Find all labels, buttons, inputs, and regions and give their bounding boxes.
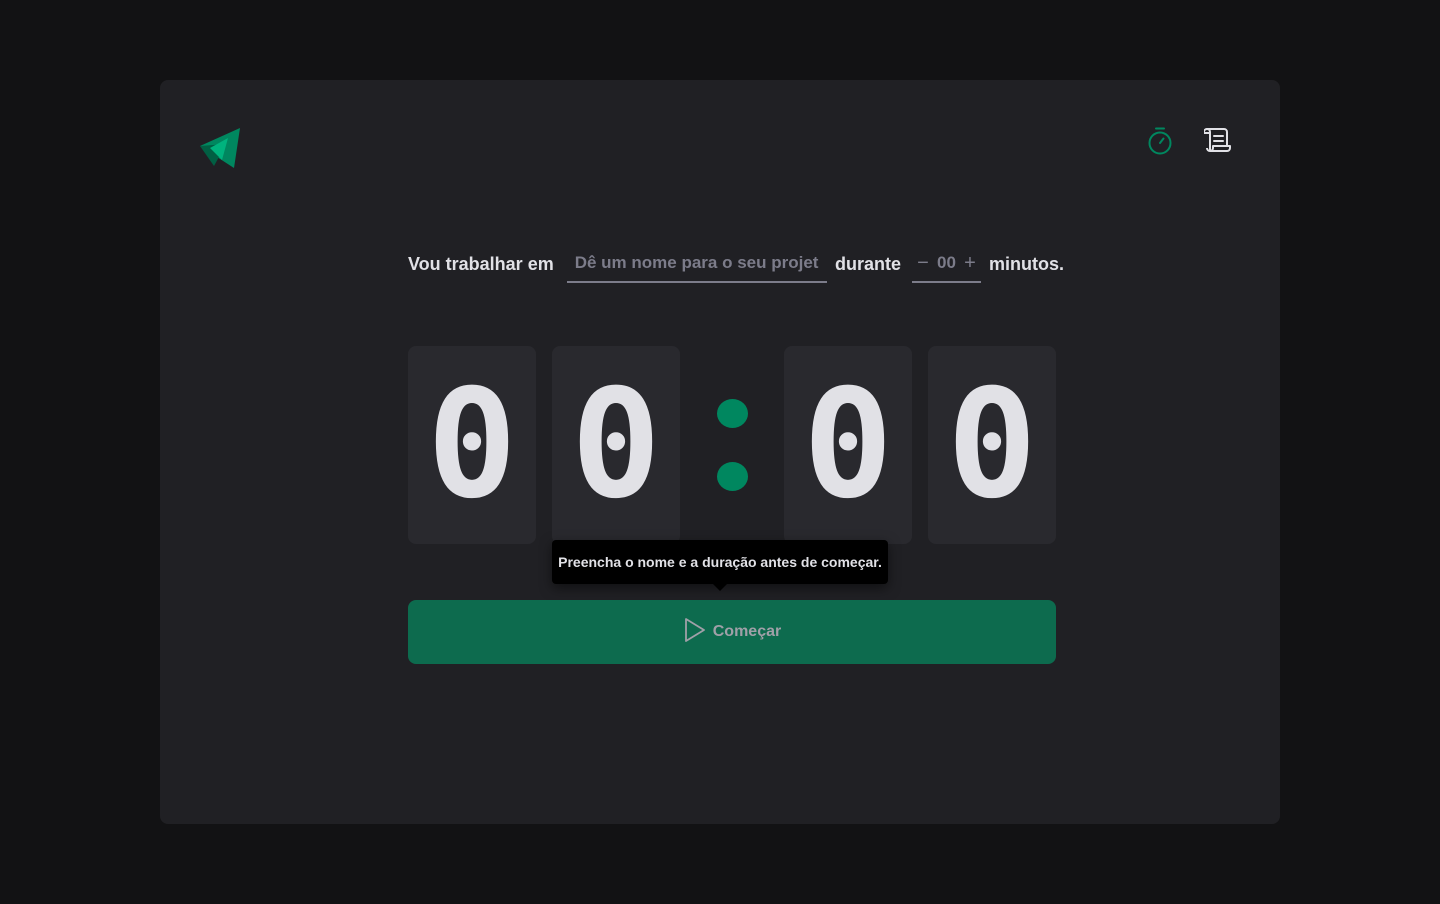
separator-dot: [716, 399, 748, 428]
logo-icon: [198, 126, 242, 170]
minutes-stepper: − +: [912, 245, 981, 283]
timer-icon: [1147, 127, 1173, 158]
start-button[interactable]: Começar: [408, 600, 1056, 664]
header-nav: [1146, 127, 1232, 158]
countdown-display: 0 0 0 0: [408, 346, 1056, 544]
task-form: Vou trabalhar em durante − + minutos.: [408, 244, 1064, 284]
countdown-digit-seconds-tens: 0: [784, 346, 912, 544]
countdown-digit-seconds-ones: 0: [928, 346, 1056, 544]
minutes-label: minutos.: [989, 253, 1064, 274]
task-name-input[interactable]: [566, 245, 827, 283]
countdown-separator: [680, 346, 784, 544]
nav-history-button[interactable]: [1203, 127, 1232, 157]
start-tooltip: Preencha o nome e a duração antes de com…: [552, 540, 888, 591]
history-scroll-icon: [1203, 127, 1232, 157]
minus-button[interactable]: −: [915, 253, 931, 273]
nav-timer-button[interactable]: [1146, 127, 1174, 158]
duration-label: durante: [835, 253, 902, 274]
task-label: Vou trabalhar em: [408, 253, 554, 274]
play-icon: [683, 617, 707, 648]
countdown-digit-minutes-ones: 0: [552, 346, 680, 544]
plus-button[interactable]: +: [962, 253, 978, 273]
separator-dot: [716, 462, 748, 491]
start-button-label: Começar: [712, 623, 782, 640]
countdown-digit-minutes-tens: 0: [408, 346, 536, 544]
main-card: Vou trabalhar em durante − + minutos. 0 …: [160, 80, 1280, 824]
minutes-input[interactable]: [932, 253, 961, 273]
